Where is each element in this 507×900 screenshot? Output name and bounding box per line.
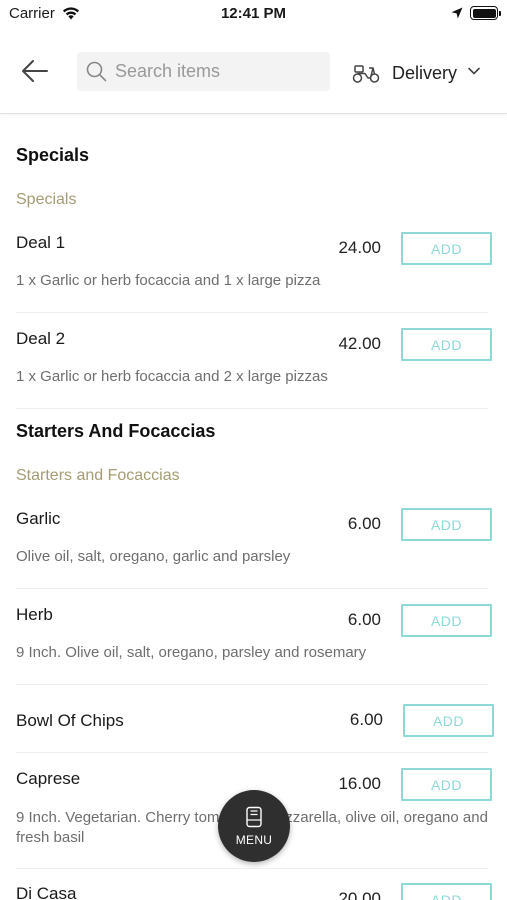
menu-item[interactable]: Di Casa 20.00 ADD [16, 883, 492, 900]
item-description: Olive oil, salt, oregano, garlic and par… [16, 548, 291, 565]
menu-book-icon [246, 806, 262, 828]
add-button[interactable]: ADD [401, 232, 492, 265]
status-bar: Carrier 12:41 PM [0, 0, 507, 30]
section-title: Specials [16, 145, 90, 165]
menu-item[interactable]: Bowl Of Chips 6.00 ADD [16, 704, 494, 744]
add-button[interactable]: ADD [401, 328, 492, 361]
item-price: 20.00 [338, 889, 381, 900]
item-price: 24.00 [338, 238, 381, 257]
item-name: Caprese [16, 769, 81, 788]
chevron-down-icon [468, 67, 480, 75]
menu-item[interactable]: Deal 1 24.00 ADD 1 x Garlic or herb foca… [16, 232, 492, 312]
menu-fab-label: MENU [235, 833, 273, 847]
item-name: Herb [16, 605, 53, 624]
item-name: Bowl Of Chips [16, 711, 124, 730]
item-price: 6.00 [347, 514, 381, 533]
item-price: 6.00 [349, 710, 383, 729]
item-description: 9 Inch. Olive oil, salt, oregano, parsle… [16, 644, 367, 661]
section-title: Starters And Focaccias [16, 421, 216, 441]
top-bar: Delivery [0, 30, 507, 114]
back-arrow-icon [22, 60, 48, 82]
item-name: Di Casa [16, 884, 77, 900]
add-button[interactable]: ADD [401, 768, 492, 801]
item-price: 6.00 [347, 610, 381, 629]
item-name: Deal 1 [16, 233, 66, 252]
back-button[interactable] [20, 58, 52, 86]
search-input[interactable] [115, 52, 320, 91]
add-button[interactable]: ADD [403, 704, 494, 737]
item-description: 1 x Garlic or herb focaccia and 2 x larg… [16, 368, 328, 385]
search-bar[interactable] [77, 52, 330, 91]
divider [16, 588, 488, 589]
location-arrow-icon [451, 7, 463, 19]
divider [16, 312, 488, 313]
item-price: 42.00 [338, 334, 381, 353]
item-name: Garlic [16, 509, 61, 528]
divider [16, 752, 488, 753]
search-icon [86, 61, 107, 82]
item-name: Deal 2 [16, 329, 66, 348]
section-subtitle: Specials [16, 191, 77, 208]
delivery-selector[interactable]: Delivery [352, 58, 492, 88]
clock: 12:41 PM [220, 5, 287, 22]
menu-list[interactable]: Specials Specials Deal 1 24.00 ADD 1 x G… [0, 115, 507, 900]
scooter-icon [352, 65, 380, 83]
battery-icon [470, 6, 501, 20]
divider [16, 684, 488, 685]
section-subtitle: Starters and Focaccias [16, 467, 180, 484]
delivery-label: Delivery [392, 63, 458, 83]
item-description: 1 x Garlic or herb focaccia and 1 x larg… [16, 272, 321, 289]
add-button[interactable]: ADD [401, 883, 492, 900]
divider [16, 868, 488, 869]
menu-item[interactable]: Garlic 6.00 ADD Olive oil, salt, oregano… [16, 508, 492, 588]
add-button[interactable]: ADD [401, 604, 492, 637]
divider [16, 408, 488, 409]
menu-fab-button[interactable]: MENU [218, 790, 290, 862]
add-button[interactable]: ADD [401, 508, 492, 541]
menu-item[interactable]: Deal 2 42.00 ADD 1 x Garlic or herb foca… [16, 328, 492, 408]
item-price: 16.00 [338, 774, 381, 793]
menu-item[interactable]: Herb 6.00 ADD 9 Inch. Olive oil, salt, o… [16, 604, 492, 684]
